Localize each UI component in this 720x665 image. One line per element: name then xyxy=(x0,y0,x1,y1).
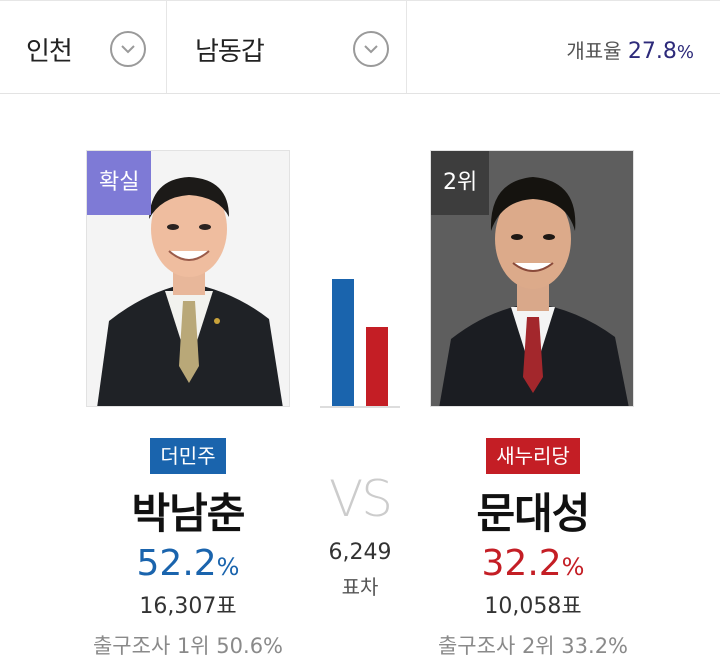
candidate-name-right: 문대성 xyxy=(476,489,591,538)
vote-count-right: 10,058표 xyxy=(484,594,582,619)
vote-margin: 6,249 표차 xyxy=(300,540,420,600)
status-badge-right: 2위 xyxy=(431,151,490,215)
bars-baseline xyxy=(320,406,400,408)
vote-percentage-unit-right: % xyxy=(561,553,585,581)
counting-rate-value: 27.8 xyxy=(627,39,677,64)
vote-percentage-value-right: 32.2 xyxy=(481,543,562,584)
vote-percentage-unit-left: % xyxy=(216,553,240,581)
district-label: 남동갑 xyxy=(195,37,265,67)
versus-label: VS xyxy=(329,470,393,528)
filter-bar: 인천 남동갑 개표율 27.8% xyxy=(0,0,720,94)
candidate-photo-left: 확실 xyxy=(86,150,290,407)
exit-poll-right: 출구조사 2위 33.2% xyxy=(437,634,629,658)
counting-rate: 개표율 27.8% xyxy=(566,35,694,64)
party-badge-left: 더민주 xyxy=(150,438,226,474)
vote-percentage-left: 52.2% xyxy=(73,543,303,584)
candidate-photo-right: 2위 xyxy=(430,150,634,407)
vote-percentage-value-left: 52.2 xyxy=(136,543,217,584)
vote-percentage-right: 32.2% xyxy=(418,543,648,584)
counting-rate-label: 개표율 xyxy=(566,39,622,63)
vote-margin-label: 표차 xyxy=(341,575,379,599)
counting-rate-unit: % xyxy=(676,42,694,63)
candidate-info-left: 더민주 박남춘 52.2% 16,307표 출구조사 1위 50.6% xyxy=(73,438,303,660)
district-selector[interactable]: 남동갑 xyxy=(167,1,407,93)
chevron-down-icon[interactable] xyxy=(353,31,389,67)
bar-right-candidate xyxy=(366,327,388,406)
vote-margin-value: 6,249 xyxy=(328,540,392,565)
candidate-name-left: 박남춘 xyxy=(131,489,246,538)
vote-count-left: 16,307표 xyxy=(139,594,237,619)
exit-poll-left: 출구조사 1위 50.6% xyxy=(92,634,284,658)
bar-left-candidate xyxy=(332,278,354,406)
region-selector[interactable]: 인천 xyxy=(0,1,167,93)
candidate-info-right: 새누리당 문대성 32.2% 10,058표 출구조사 2위 33.2% xyxy=(418,438,648,660)
party-badge-right: 새누리당 xyxy=(486,438,580,474)
vote-share-bars xyxy=(320,260,400,408)
chevron-down-icon[interactable] xyxy=(110,31,146,67)
status-badge-left: 확실 xyxy=(87,151,152,215)
region-label: 인천 xyxy=(26,37,73,67)
